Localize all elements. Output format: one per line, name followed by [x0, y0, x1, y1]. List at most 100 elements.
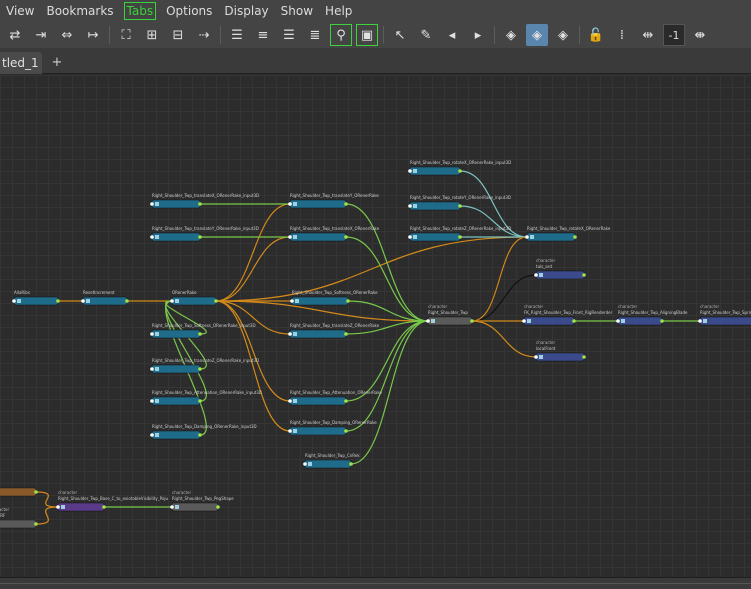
menu-show[interactable]: Show [275, 0, 319, 22]
node-port[interactable] [660, 319, 664, 323]
graph-node[interactable]: AllaRibs [12, 290, 60, 306]
simple-view-icon[interactable]: ☰ [226, 24, 248, 46]
filter-icon[interactable]: ▣ [356, 24, 378, 46]
node-port[interactable] [12, 299, 16, 303]
node-body[interactable] [289, 329, 347, 339]
number-field[interactable]: -1 [663, 24, 685, 46]
node-port[interactable] [458, 235, 462, 239]
expand-icon[interactable]: ▸ [467, 24, 489, 46]
input-connections-icon[interactable]: ⇥ [30, 24, 52, 46]
node-port[interactable] [150, 202, 154, 206]
menu-tabs[interactable]: Tabs [123, 2, 157, 20]
node-port[interactable] [534, 273, 538, 277]
node-port[interactable] [525, 235, 529, 239]
node-body[interactable] [151, 232, 201, 242]
node-port[interactable] [698, 319, 702, 323]
node-port[interactable] [288, 399, 292, 403]
node-body[interactable] [289, 199, 347, 209]
node-port[interactable] [346, 299, 350, 303]
node-port[interactable] [102, 505, 106, 509]
spacing-icon[interactable]: ⁞ [611, 24, 633, 46]
node-body[interactable] [0, 487, 37, 497]
pin-icon[interactable]: ↖ [389, 24, 411, 46]
input-output-connections-icon[interactable]: ⇔ [56, 24, 78, 46]
connected-view-icon[interactable]: ≡ [252, 24, 274, 46]
graph-node[interactable]: charactertal_ORF [0, 507, 38, 529]
graph-node[interactable]: Right_Shoulder_Twp_Damping_ORenerRake_in… [150, 424, 257, 440]
node-port[interactable] [349, 462, 353, 466]
frame-children-icon[interactable]: ⊟ [167, 24, 189, 46]
node-port[interactable] [616, 319, 620, 323]
graph-node[interactable]: Right_Shoulder_Twp_Attenuation_ORenerRak… [288, 390, 383, 406]
graph-node[interactable]: Right_Shoulder_Twp_translateZ_ORenerRake… [150, 358, 259, 374]
menu-bookmarks[interactable]: Bookmarks [40, 0, 119, 22]
shrink-icon[interactable]: ⇼ [689, 24, 711, 46]
node-port[interactable] [198, 399, 202, 403]
node-body[interactable] [699, 316, 751, 326]
node-view-1-icon[interactable]: ◈ [500, 24, 522, 46]
node-port[interactable] [470, 319, 474, 323]
graph-node[interactable]: Right_Shoulder_Twp_translateY_ORenerRake… [150, 226, 259, 242]
node-port[interactable] [150, 332, 154, 336]
node-port[interactable] [288, 429, 292, 433]
graph-node[interactable]: ORenerRake [170, 290, 218, 306]
node-body[interactable] [526, 232, 576, 242]
node-port[interactable] [214, 299, 218, 303]
node-port[interactable] [34, 522, 38, 526]
node-body[interactable] [523, 316, 575, 326]
node-body[interactable] [289, 396, 347, 406]
graph-node[interactable]: characterRight_Shoulder_Twp_AligningBlad… [616, 304, 688, 326]
graph-node[interactable]: characterlocalFront [534, 340, 586, 362]
node-port[interactable] [56, 505, 60, 509]
node-port[interactable] [170, 505, 174, 509]
menu-display[interactable]: Display [218, 0, 274, 22]
menu-view[interactable]: View [0, 0, 40, 22]
node-port[interactable] [303, 462, 307, 466]
graph-node[interactable]: Right_Shoulder_Twp_translateX_ORenerRake [288, 226, 380, 242]
graph-node[interactable]: Right_Shoulder_Twp_rotateX_ORenerRake [525, 226, 611, 242]
swap-arrows-icon[interactable]: ⇄ [4, 24, 26, 46]
graph-node[interactable]: charactertuls_ard [534, 258, 586, 280]
collapse-icon[interactable]: ◂ [441, 24, 463, 46]
node-port[interactable] [572, 319, 576, 323]
node-body[interactable] [535, 352, 585, 362]
graph-node[interactable]: Right_Shoulder_Twp_translateY_ORenerRake [288, 193, 379, 209]
node-port[interactable] [198, 235, 202, 239]
node-body[interactable] [151, 329, 201, 339]
node-port[interactable] [198, 202, 202, 206]
node-port[interactable] [573, 235, 577, 239]
node-port[interactable] [288, 332, 292, 336]
node-body[interactable] [151, 364, 201, 374]
node-body[interactable] [289, 232, 347, 242]
node-port[interactable] [150, 235, 154, 239]
graph-node[interactable]: Right_Shoulder_Twp_translateX_ORenerRake… [150, 193, 259, 209]
frame-all-icon[interactable]: ⛶ [115, 24, 137, 46]
graph-node[interactable]: Right_Shoulder_Twp_CnRek [303, 453, 360, 469]
node-port[interactable] [582, 273, 586, 277]
node-port[interactable] [408, 235, 412, 239]
node-port[interactable] [458, 169, 462, 173]
node-port[interactable] [150, 367, 154, 371]
node-view-3-icon[interactable]: ◈ [552, 24, 574, 46]
node-port[interactable] [81, 299, 85, 303]
node-body[interactable] [409, 166, 461, 176]
node-port[interactable] [150, 399, 154, 403]
node-body[interactable] [151, 396, 201, 406]
node-port[interactable] [125, 299, 129, 303]
graph-node[interactable]: characterRight_Shoulder_Twp_PegShape [170, 490, 234, 512]
node-port[interactable] [344, 332, 348, 336]
node-port[interactable] [344, 399, 348, 403]
node-port[interactable] [408, 169, 412, 173]
node-port[interactable] [56, 299, 60, 303]
node-port[interactable] [34, 490, 38, 494]
node-port[interactable] [198, 433, 202, 437]
search-icon[interactable]: ⚲ [330, 24, 352, 46]
graph-node[interactable]: characterRight_Shoulder_Twp_Base_C_to_ex… [56, 490, 169, 512]
graph-node[interactable]: ResetIncrement [81, 290, 129, 306]
tab-untitled[interactable]: tled_1 [0, 52, 42, 74]
node-body[interactable] [151, 430, 201, 440]
custom-view-icon[interactable]: ≣ [304, 24, 326, 46]
node-port[interactable] [344, 202, 348, 206]
node-body[interactable] [409, 201, 461, 211]
node-port[interactable] [582, 355, 586, 359]
